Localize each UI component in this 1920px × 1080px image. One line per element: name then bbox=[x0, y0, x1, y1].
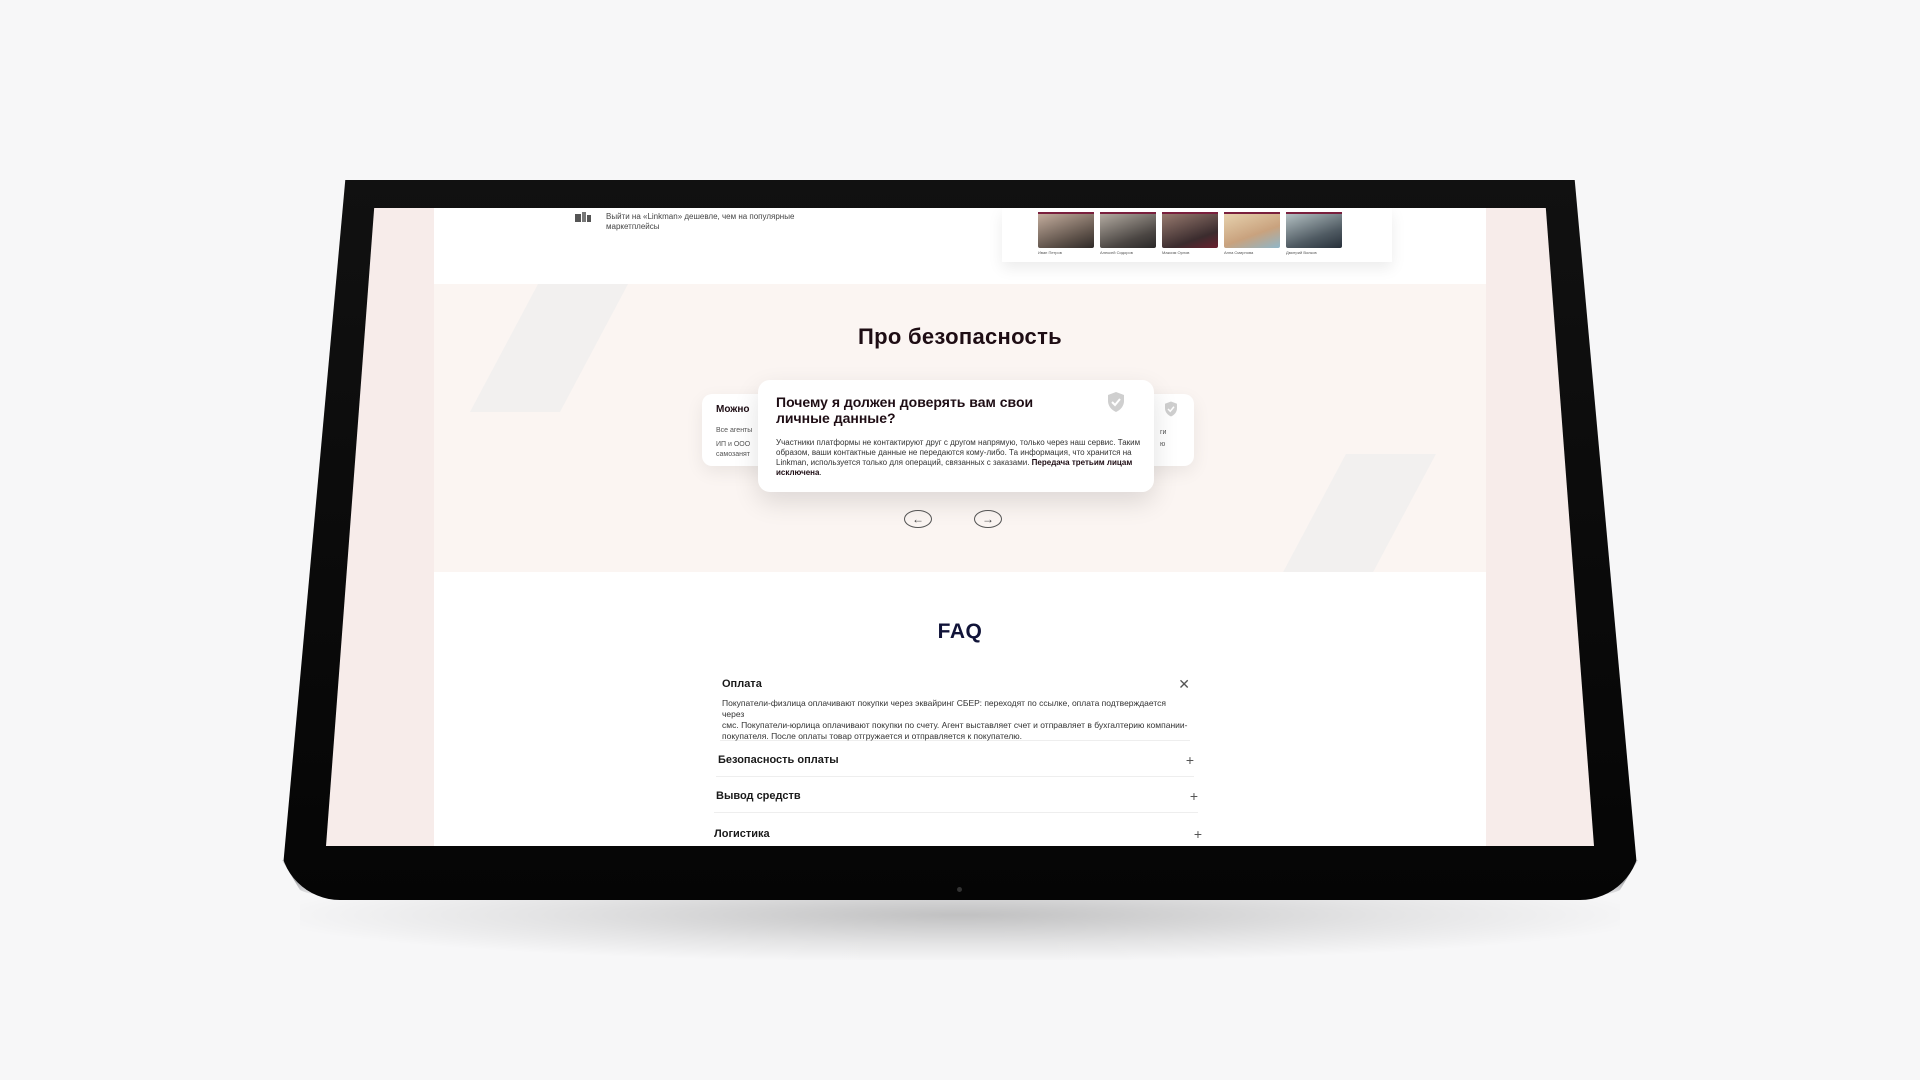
card-title: Можно bbox=[716, 404, 750, 415]
arrow-left-icon: ← bbox=[912, 512, 924, 526]
team-photo bbox=[1286, 212, 1342, 248]
promo-strip: Выйти на «Linkman» дешевле, чем на попул… bbox=[434, 208, 1486, 284]
team-photo bbox=[1100, 212, 1156, 248]
faq-question: Вывод средств bbox=[716, 790, 801, 802]
faq-answer: Покупатели-физлица оплачивают покупки че… bbox=[722, 698, 1190, 742]
plus-icon[interactable]: + bbox=[1194, 826, 1202, 842]
team-name: Максим Орлов bbox=[1162, 250, 1190, 255]
team-strip: Иван Петров Алексей Сидоров Максим Орлов bbox=[1002, 208, 1392, 262]
card-text-end: . bbox=[819, 468, 822, 477]
prev-slide-button[interactable]: ← bbox=[904, 510, 932, 528]
faq-question: Безопасность оплаты bbox=[718, 754, 839, 766]
faq-section: FAQ Оплата ✕ Покупатели-физлица оплачива… bbox=[434, 572, 1486, 846]
faq-item-withdrawal[interactable]: Вывод средств + bbox=[714, 788, 1198, 813]
plus-icon[interactable]: + bbox=[1190, 788, 1198, 804]
arrow-right-icon: → bbox=[982, 512, 994, 526]
device-mockup: Выйти на «Linkman» дешевле, чем на попул… bbox=[0, 0, 1920, 1080]
promo-text: Выйти на «Linkman» дешевле, чем на попул… bbox=[606, 212, 795, 231]
card-text: ИП и ООО bbox=[716, 441, 751, 448]
team-member: Алексей Сидоров bbox=[1100, 212, 1156, 260]
team-accent-bar bbox=[1038, 212, 1094, 214]
web-page: Выйти на «Linkman» дешевле, чем на попул… bbox=[434, 208, 1486, 846]
card-text: ю bbox=[1160, 441, 1166, 448]
card-text: самозанят bbox=[716, 451, 750, 458]
section-title: Про безопасность bbox=[858, 324, 1062, 349]
team-name: Дмитрий Волков bbox=[1286, 250, 1317, 255]
team-photo bbox=[1038, 212, 1094, 248]
card-text: Участники платформы не контактируют друг… bbox=[776, 438, 1142, 478]
team-accent-bar bbox=[1100, 212, 1156, 214]
card-text: ги bbox=[1160, 429, 1167, 436]
card-title: Почему я должен доверять вам свои личные… bbox=[776, 394, 1034, 426]
team-accent-bar bbox=[1286, 212, 1342, 214]
shop-icon bbox=[575, 212, 591, 222]
faq-item-logistics[interactable]: Логистика + bbox=[712, 826, 1202, 846]
faq-question: Оплата bbox=[722, 678, 762, 690]
close-icon[interactable]: ✕ bbox=[1178, 676, 1190, 693]
security-card-active: Почему я должен доверять вам свои личные… bbox=[758, 380, 1154, 492]
shield-check-icon bbox=[1165, 401, 1177, 417]
faq-answer-line: покупателя. После оплаты товар отгружает… bbox=[722, 731, 1023, 741]
shield-check-icon bbox=[1108, 392, 1124, 412]
team-name: Иван Петров bbox=[1038, 250, 1062, 255]
card-text: Все агенты bbox=[716, 427, 753, 434]
faq-title: FAQ bbox=[937, 620, 983, 643]
tablet-sensor bbox=[957, 887, 962, 892]
plus-icon[interactable]: + bbox=[1186, 752, 1194, 768]
team-photo bbox=[1224, 212, 1280, 248]
team-member: Дмитрий Волков bbox=[1286, 212, 1342, 260]
team-member: Иван Петров bbox=[1038, 212, 1094, 260]
faq-question: Логистика bbox=[714, 828, 770, 840]
next-slide-button[interactable]: → bbox=[974, 510, 1002, 528]
team-photo bbox=[1162, 212, 1218, 248]
faq-answer-line: Покупатели-физлица оплачивают покупки че… bbox=[722, 698, 1167, 719]
faq-item-payment[interactable]: Оплата ✕ Покупатели-физлица оплачивают п… bbox=[720, 676, 1190, 742]
team-name: Анна Смирнова bbox=[1224, 250, 1254, 255]
team-member: Максим Орлов bbox=[1162, 212, 1218, 260]
tablet-screen: Выйти на «Linkman» дешевле, чем на попул… bbox=[326, 208, 1594, 846]
decorative-shape bbox=[1282, 454, 1436, 572]
faq-answer-line: смс. Покупатели-юрлица оплачивают покупк… bbox=[722, 720, 1188, 730]
team-accent-bar bbox=[1162, 212, 1218, 214]
security-section: Про безопасность Можно Все агенты ИП и О… bbox=[434, 284, 1486, 572]
team-name: Алексей Сидоров bbox=[1100, 250, 1133, 255]
team-member: Анна Смирнова bbox=[1224, 212, 1280, 260]
faq-item-payment-security[interactable]: Безопасность оплаты + bbox=[716, 752, 1194, 777]
team-accent-bar bbox=[1224, 212, 1280, 214]
